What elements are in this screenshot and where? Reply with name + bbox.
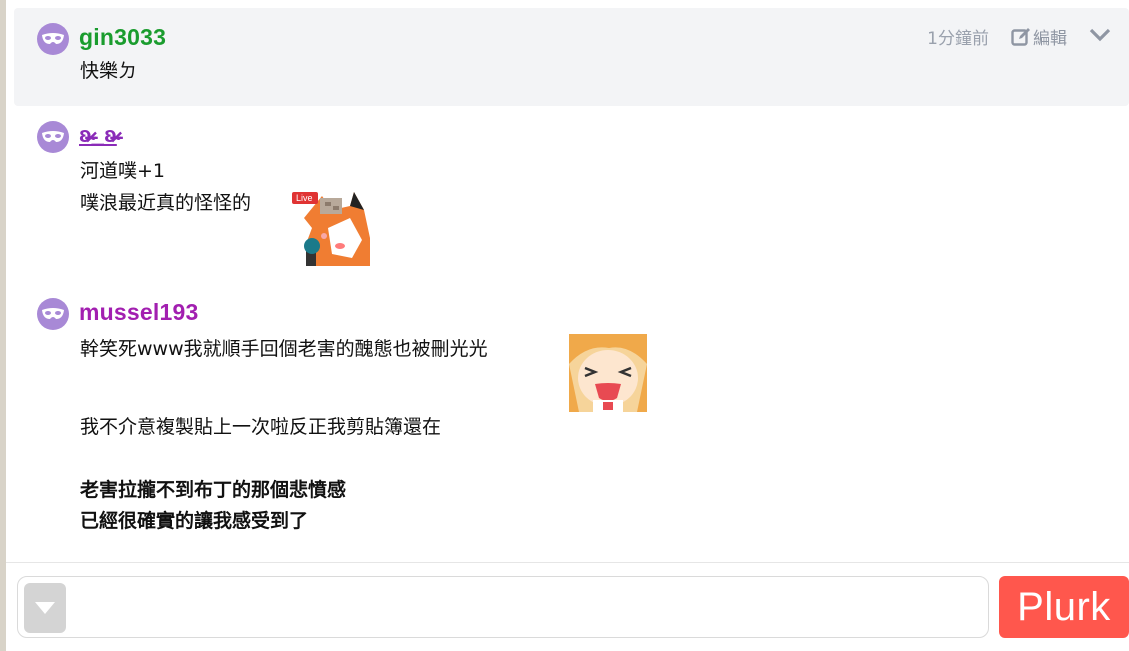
timestamp: 1分鐘前: [927, 29, 989, 49]
fox-sticker-image[interactable]: Live: [292, 188, 372, 266]
mask-icon: [42, 33, 64, 44]
response-text: 快樂ㄉ: [80, 60, 138, 82]
divider: [6, 562, 1129, 563]
edit-icon: [1011, 27, 1030, 46]
response-composer[interactable]: [17, 576, 989, 638]
response-item: gin3033 快樂ㄉ 1分鐘前 編輯: [14, 8, 1129, 106]
response-panel: gin3033 快樂ㄉ 1分鐘前 編輯 ʚ̴̶̷̷_ʚ̴̶̷̷ 河道噗+1 噗浪…: [6, 0, 1129, 651]
response-item: ʚ̴̶̷̷_ʚ̴̶̷̷ 河道噗+1 噗浪最近真的怪怪的 Live: [14, 114, 1129, 274]
mask-icon: [42, 131, 64, 142]
avatar[interactable]: [37, 23, 69, 55]
response-text: 噗浪最近真的怪怪的: [80, 192, 252, 214]
qualifier-toggle-button[interactable]: [24, 583, 66, 633]
response-meta: 1分鐘前 編輯: [927, 24, 1111, 49]
plurk-submit-button[interactable]: Plurk: [999, 576, 1129, 638]
response-text: 河道噗+1: [80, 160, 166, 182]
response-bold-text: 已經很確實的讓我感受到了: [80, 510, 309, 532]
response-bold-text: 老害拉攏不到布丁的那個悲憤感: [80, 479, 347, 501]
edit-button[interactable]: 編輯: [1011, 24, 1067, 49]
response-text: 幹笑死www我就順手回個老害的醜態也被刪光光: [80, 338, 488, 360]
response-item: mussel193 幹笑死www我就順手回個老害的醜態也被刪光光 我不介意複製貼…: [14, 290, 1129, 552]
mask-icon: [42, 308, 64, 319]
response-text: 我不介意複製貼上一次啦反正我剪貼簿還在: [80, 416, 442, 438]
user-name[interactable]: ʚ̴̶̷̷_ʚ̴̶̷̷: [79, 122, 117, 148]
avatar[interactable]: [37, 298, 69, 330]
avatar[interactable]: [37, 121, 69, 153]
chevron-down-icon[interactable]: [1089, 27, 1111, 47]
anime-sticker-image[interactable]: [569, 334, 647, 412]
edit-label: 編輯: [1033, 29, 1067, 49]
user-name[interactable]: mussel193: [79, 299, 198, 326]
qualifier-toggle-icon: [35, 602, 55, 614]
live-badge: Live: [296, 193, 313, 203]
user-name[interactable]: gin3033: [79, 24, 166, 51]
response-input[interactable]: [76, 587, 976, 629]
